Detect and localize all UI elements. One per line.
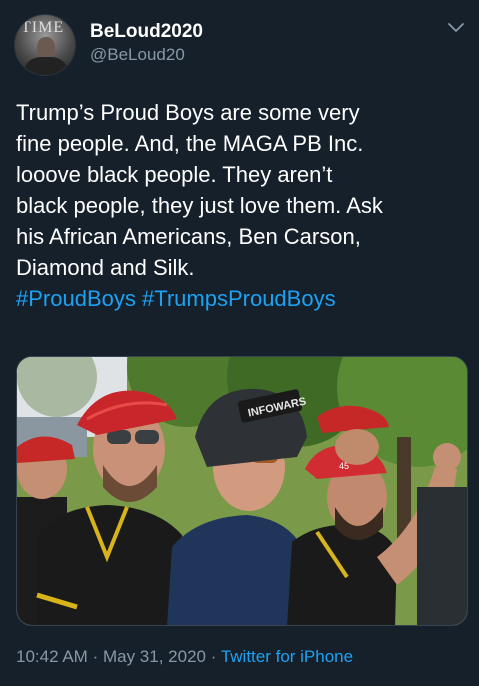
tweet-menu-button[interactable]	[445, 16, 467, 38]
display-name[interactable]: BeLoud2020	[90, 21, 203, 43]
hashtag-trumpsproudboys[interactable]: #TrumpsProudBoys	[142, 286, 336, 311]
tweet-text-line: his African Americans, Ben Carson,	[16, 224, 361, 249]
tweet-text-line: Trump’s Proud Boys are some very	[16, 100, 360, 125]
tweet-text-line: Diamond and Silk.	[16, 255, 195, 280]
rally-photo-illustration: INFOWARS 45	[17, 357, 467, 625]
tweet-date[interactable]: May 31, 2020	[103, 647, 206, 666]
user-names: BeLoud2020 @BeLoud20	[90, 21, 203, 66]
hashtag-line: #ProudBoys #TrumpsProudBoys	[16, 283, 471, 314]
tweet-photo[interactable]: INFOWARS 45	[16, 356, 468, 626]
tweet-card: TIME BeLoud2020 @BeLoud20 Trump’s Proud …	[0, 0, 479, 686]
tweet-source-link[interactable]: Twitter for iPhone	[221, 647, 353, 666]
avatar[interactable]: TIME	[14, 14, 76, 76]
chevron-down-icon	[448, 23, 464, 32]
tweet-text-line: black people, they just love them. Ask	[16, 193, 383, 218]
avatar-magazine-text: TIME	[21, 19, 65, 36]
tweet-text-line: fine people. And, the MAGA PB Inc.	[16, 131, 364, 156]
user-handle[interactable]: @BeLoud20	[90, 44, 203, 66]
hashtag-proudboys[interactable]: #ProudBoys	[16, 286, 136, 311]
tweet-text: Trump’s Proud Boys are some very fine pe…	[16, 97, 471, 314]
tweet-text-line: looove black people. They aren’t	[16, 162, 333, 187]
avatar-face	[37, 37, 55, 59]
tweet-time[interactable]: 10:42 AM	[16, 647, 88, 666]
meta-separator: ·	[210, 647, 217, 666]
tweet-meta: 10:42 AM · May 31, 2020 · Twitter for iP…	[16, 647, 353, 667]
avatar-suit	[25, 57, 67, 75]
meta-separator: ·	[92, 647, 99, 666]
